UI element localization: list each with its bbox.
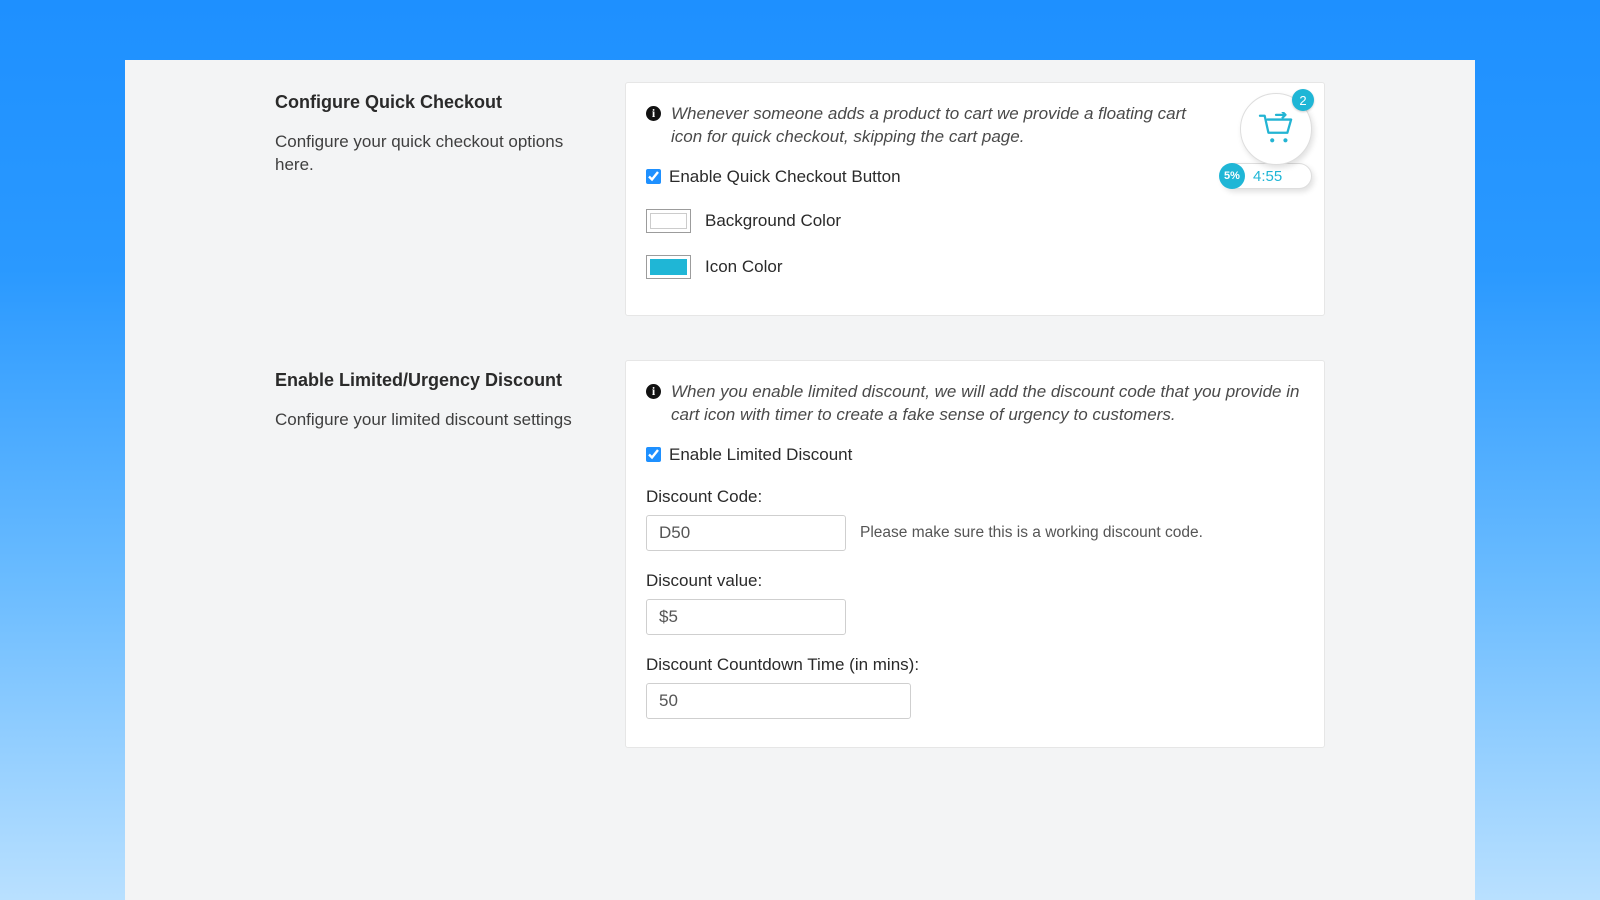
enable-quick-checkout-label: Enable Quick Checkout Button: [669, 167, 901, 187]
background-color-picker[interactable]: [646, 209, 691, 233]
enable-quick-checkout-checkbox[interactable]: [646, 169, 661, 184]
discount-code-field: Discount Code: Please make sure this is …: [646, 487, 1304, 551]
info-note: i Whenever someone adds a product to car…: [646, 103, 1304, 149]
cart-discount-badge: 5%: [1219, 163, 1245, 189]
countdown-input[interactable]: [646, 683, 911, 719]
info-icon: i: [646, 384, 661, 399]
icon-color-row: Icon Color: [646, 255, 1304, 279]
countdown-label: Discount Countdown Time (in mins):: [646, 655, 1304, 675]
icon-color-label: Icon Color: [705, 257, 782, 277]
enable-limited-discount-checkbox[interactable]: [646, 447, 661, 462]
info-text: When you enable limited discount, we wil…: [671, 381, 1304, 427]
discount-code-hint: Please make sure this is a working disco…: [860, 524, 1203, 542]
enable-quick-checkout-row[interactable]: Enable Quick Checkout Button: [646, 167, 1304, 187]
cart-timer-pill[interactable]: 5% 4:55: [1220, 163, 1312, 189]
section-quick-checkout: Configure Quick Checkout Configure your …: [275, 82, 1325, 316]
enable-limited-discount-row[interactable]: Enable Limited Discount: [646, 445, 1304, 465]
discount-code-input[interactable]: [646, 515, 846, 551]
countdown-field: Discount Countdown Time (in mins):: [646, 655, 1304, 719]
section-subtitle: Configure your limited discount settings: [275, 409, 605, 432]
section-limited-discount: Enable Limited/Urgency Discount Configur…: [275, 360, 1325, 748]
background-color-swatch: [650, 213, 687, 229]
info-text: Whenever someone adds a product to cart …: [671, 103, 1214, 149]
discount-value-field: Discount value:: [646, 571, 1304, 635]
cart-count-badge: 2: [1292, 89, 1314, 111]
section-subtitle: Configure your quick checkout options he…: [275, 131, 605, 177]
discount-value-input[interactable]: [646, 599, 846, 635]
background-color-label: Background Color: [705, 211, 841, 231]
quick-checkout-card: i Whenever someone adds a product to car…: [625, 82, 1325, 316]
cart-circle[interactable]: 2: [1240, 93, 1312, 165]
enable-limited-discount-label: Enable Limited Discount: [669, 445, 852, 465]
section-title: Configure Quick Checkout: [275, 92, 605, 113]
info-icon: i: [646, 106, 661, 121]
discount-value-label: Discount value:: [646, 571, 1304, 591]
settings-page: Configure Quick Checkout Configure your …: [125, 60, 1475, 900]
cart-timer: 4:55: [1253, 168, 1282, 185]
limited-discount-card: i When you enable limited discount, we w…: [625, 360, 1325, 748]
cart-widget-preview: 2 5% 4:55: [1226, 93, 1312, 189]
section-header: Configure Quick Checkout Configure your …: [275, 82, 605, 316]
section-title: Enable Limited/Urgency Discount: [275, 370, 605, 391]
discount-code-label: Discount Code:: [646, 487, 1304, 507]
section-header: Enable Limited/Urgency Discount Configur…: [275, 360, 605, 748]
cart-icon: [1257, 112, 1295, 146]
background-color-row: Background Color: [646, 209, 1304, 233]
info-note: i When you enable limited discount, we w…: [646, 381, 1304, 427]
icon-color-picker[interactable]: [646, 255, 691, 279]
icon-color-swatch: [650, 259, 687, 275]
